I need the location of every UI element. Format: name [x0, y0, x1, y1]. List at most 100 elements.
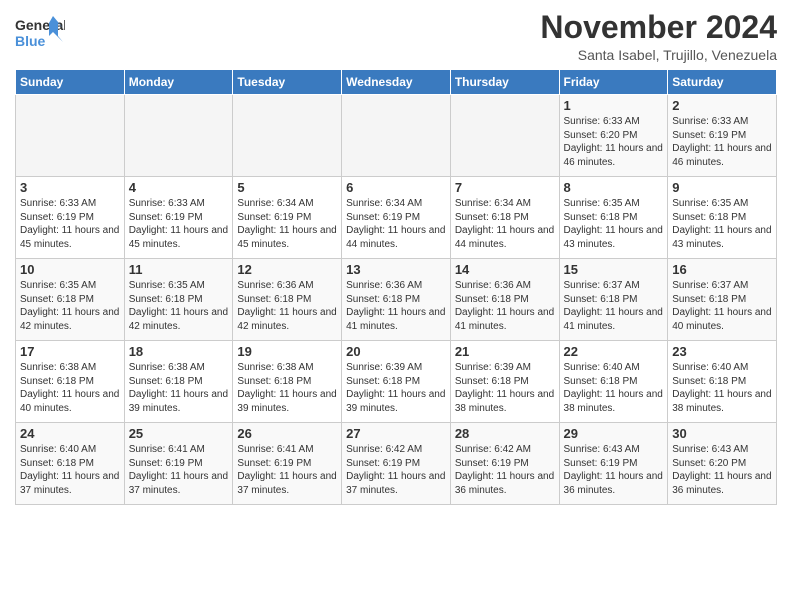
calendar-cell: 15Sunrise: 6:37 AM Sunset: 6:18 PM Dayli… [559, 259, 668, 341]
weekday-header-thursday: Thursday [450, 70, 559, 95]
calendar-cell: 2 Sunrise: 6:33 AM Sunset: 6:19 PM Daylig… [668, 95, 777, 177]
calendar-cell [233, 95, 342, 177]
day-number: 18 [129, 344, 229, 359]
calendar-cell: 3 Sunrise: 6:33 AM Sunset: 6:19 PM Daylig… [16, 177, 125, 259]
calendar-week-row: 1Sunrise: 6:33 AM Sunset: 6:20 PM Daylig… [16, 95, 777, 177]
day-info: Sunrise: 6:36 AM Sunset: 6:18 PM Dayligh… [455, 279, 555, 333]
calendar-cell: 13 Sunrise: 6:36 AM Sunset: 6:18 PM Dayli… [342, 259, 451, 341]
weekday-header-saturday: Saturday [668, 70, 777, 95]
header: GeneralBlue November 2024 Santa Isabel, … [15, 10, 777, 63]
day-number: 30 [672, 426, 772, 441]
day-number: 1 [564, 98, 664, 113]
calendar-cell [124, 95, 233, 177]
day-info: Sunrise: 6:40 AM Sunset: 6:18 PM Dayligh… [564, 361, 664, 415]
day-number: 10 [20, 262, 120, 277]
day-info: Sunrise: 6:43 AM Sunset: 6:19 PM Dayligh… [564, 443, 664, 497]
day-number: 27 [346, 426, 446, 441]
calendar-cell: 28Sunrise: 6:42 AM Sunset: 6:19 PM Dayli… [450, 423, 559, 505]
day-info: Sunrise: 6:34 AM Sunset: 6:19 PM Dayligh… [346, 197, 446, 251]
location-subtitle: Santa Isabel, Trujillo, Venezuela [540, 47, 777, 63]
day-info: Sunrise: 6:33 AM Sunset: 6:19 PM Dayligh… [129, 197, 229, 251]
weekday-header-tuesday: Tuesday [233, 70, 342, 95]
calendar-week-row: 3 Sunrise: 6:33 AM Sunset: 6:19 PM Daylig… [16, 177, 777, 259]
day-info: Sunrise: 6:33 AM Sunset: 6:19 PM Dayligh… [20, 197, 120, 251]
day-info: Sunrise: 6:38 AM Sunset: 6:18 PM Dayligh… [20, 361, 120, 415]
day-info: Sunrise: 6:35 AM Sunset: 6:18 PM Dayligh… [20, 279, 120, 333]
day-info: Sunrise: 6:37 AM Sunset: 6:18 PM Dayligh… [564, 279, 664, 333]
calendar-cell: 22 Sunrise: 6:40 AM Sunset: 6:18 PM Dayli… [559, 341, 668, 423]
day-info: Sunrise: 6:35 AM Sunset: 6:18 PM Dayligh… [672, 197, 772, 251]
day-number: 19 [237, 344, 337, 359]
calendar-cell: 10 Sunrise: 6:35 AM Sunset: 6:18 PM Dayli… [16, 259, 125, 341]
calendar-cell: 25Sunrise: 6:41 AM Sunset: 6:19 PM Dayli… [124, 423, 233, 505]
day-number: 13 [346, 262, 446, 277]
day-info: Sunrise: 6:35 AM Sunset: 6:18 PM Dayligh… [564, 197, 664, 251]
calendar-cell: 9 Sunrise: 6:35 AM Sunset: 6:18 PM Daylig… [668, 177, 777, 259]
day-info: Sunrise: 6:40 AM Sunset: 6:18 PM Dayligh… [20, 443, 120, 497]
day-info: Sunrise: 6:33 AM Sunset: 6:19 PM Dayligh… [672, 115, 772, 169]
calendar-cell: 20 Sunrise: 6:39 AM Sunset: 6:18 PM Dayli… [342, 341, 451, 423]
weekday-header-sunday: Sunday [16, 70, 125, 95]
calendar-week-row: 24 Sunrise: 6:40 AM Sunset: 6:18 PM Dayli… [16, 423, 777, 505]
calendar-cell: 18Sunrise: 6:38 AM Sunset: 6:18 PM Dayli… [124, 341, 233, 423]
day-number: 24 [20, 426, 120, 441]
weekday-header-monday: Monday [124, 70, 233, 95]
calendar-cell [16, 95, 125, 177]
day-info: Sunrise: 6:42 AM Sunset: 6:19 PM Dayligh… [455, 443, 555, 497]
day-number: 9 [672, 180, 772, 195]
calendar-cell: 30 Sunrise: 6:43 AM Sunset: 6:20 PM Dayli… [668, 423, 777, 505]
calendar-cell: 23Sunrise: 6:40 AM Sunset: 6:18 PM Dayli… [668, 341, 777, 423]
day-number: 11 [129, 262, 229, 277]
svg-text:Blue: Blue [15, 33, 46, 49]
weekday-header-wednesday: Wednesday [342, 70, 451, 95]
day-number: 14 [455, 262, 555, 277]
day-number: 16 [672, 262, 772, 277]
day-info: Sunrise: 6:39 AM Sunset: 6:18 PM Dayligh… [346, 361, 446, 415]
calendar-cell: 4Sunrise: 6:33 AM Sunset: 6:19 PM Daylig… [124, 177, 233, 259]
day-number: 8 [564, 180, 664, 195]
calendar-cell: 8 Sunrise: 6:35 AM Sunset: 6:18 PM Daylig… [559, 177, 668, 259]
day-number: 17 [20, 344, 120, 359]
day-info: Sunrise: 6:42 AM Sunset: 6:19 PM Dayligh… [346, 443, 446, 497]
calendar-cell: 24 Sunrise: 6:40 AM Sunset: 6:18 PM Dayli… [16, 423, 125, 505]
day-info: Sunrise: 6:36 AM Sunset: 6:18 PM Dayligh… [237, 279, 337, 333]
day-number: 2 [672, 98, 772, 113]
day-info: Sunrise: 6:41 AM Sunset: 6:19 PM Dayligh… [237, 443, 337, 497]
calendar-cell: 26 Sunrise: 6:41 AM Sunset: 6:19 PM Dayli… [233, 423, 342, 505]
calendar-cell: 21 Sunrise: 6:39 AM Sunset: 6:18 PM Dayli… [450, 341, 559, 423]
weekday-header-row: SundayMondayTuesdayWednesdayThursdayFrid… [16, 70, 777, 95]
day-number: 3 [20, 180, 120, 195]
day-info: Sunrise: 6:39 AM Sunset: 6:18 PM Dayligh… [455, 361, 555, 415]
day-number: 29 [564, 426, 664, 441]
day-info: Sunrise: 6:35 AM Sunset: 6:18 PM Dayligh… [129, 279, 229, 333]
calendar-week-row: 10 Sunrise: 6:35 AM Sunset: 6:18 PM Dayli… [16, 259, 777, 341]
month-title: November 2024 [540, 10, 777, 45]
day-info: Sunrise: 6:34 AM Sunset: 6:19 PM Dayligh… [237, 197, 337, 251]
logo: GeneralBlue [15, 14, 65, 54]
day-number: 7 [455, 180, 555, 195]
calendar-cell: 14 Sunrise: 6:36 AM Sunset: 6:18 PM Dayli… [450, 259, 559, 341]
day-info: Sunrise: 6:36 AM Sunset: 6:18 PM Dayligh… [346, 279, 446, 333]
day-number: 21 [455, 344, 555, 359]
calendar-table: SundayMondayTuesdayWednesdayThursdayFrid… [15, 69, 777, 505]
day-info: Sunrise: 6:41 AM Sunset: 6:19 PM Dayligh… [129, 443, 229, 497]
day-info: Sunrise: 6:43 AM Sunset: 6:20 PM Dayligh… [672, 443, 772, 497]
day-number: 23 [672, 344, 772, 359]
weekday-header-friday: Friday [559, 70, 668, 95]
day-number: 22 [564, 344, 664, 359]
title-area: November 2024 Santa Isabel, Trujillo, Ve… [540, 10, 777, 63]
day-number: 6 [346, 180, 446, 195]
calendar-cell: 29 Sunrise: 6:43 AM Sunset: 6:19 PM Dayli… [559, 423, 668, 505]
day-number: 20 [346, 344, 446, 359]
calendar-header: SundayMondayTuesdayWednesdayThursdayFrid… [16, 70, 777, 95]
day-number: 5 [237, 180, 337, 195]
calendar-cell: 11 Sunrise: 6:35 AM Sunset: 6:18 PM Dayli… [124, 259, 233, 341]
day-info: Sunrise: 6:34 AM Sunset: 6:18 PM Dayligh… [455, 197, 555, 251]
calendar-cell: 19Sunrise: 6:38 AM Sunset: 6:18 PM Dayli… [233, 341, 342, 423]
calendar-cell: 1Sunrise: 6:33 AM Sunset: 6:20 PM Daylig… [559, 95, 668, 177]
calendar-cell [342, 95, 451, 177]
day-number: 26 [237, 426, 337, 441]
day-info: Sunrise: 6:37 AM Sunset: 6:18 PM Dayligh… [672, 279, 772, 333]
calendar-cell: 6 Sunrise: 6:34 AM Sunset: 6:19 PM Daylig… [342, 177, 451, 259]
logo-icon: GeneralBlue [15, 14, 65, 54]
